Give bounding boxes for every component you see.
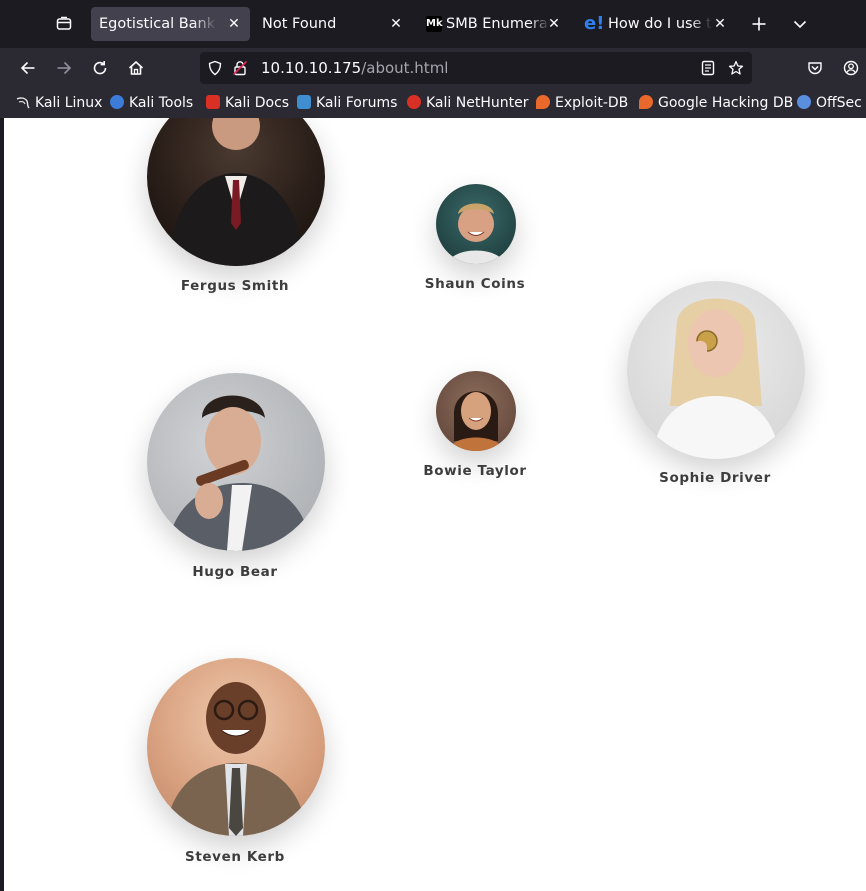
tab-title: SMB Enumeration xyxy=(446,16,550,32)
close-tab-icon[interactable]: ✕ xyxy=(224,7,244,41)
ghdb-icon xyxy=(639,95,653,109)
bookmark-label: Kali Docs xyxy=(225,95,290,111)
firefox-view-button[interactable] xyxy=(50,10,78,38)
close-tab-icon[interactable]: ✕ xyxy=(710,7,730,41)
reload-icon xyxy=(93,61,107,75)
kali-forums-icon xyxy=(297,95,311,109)
home-button[interactable] xyxy=(122,54,150,82)
kali-nethunter-icon xyxy=(407,95,421,109)
bookmark-label: Exploit-DB xyxy=(555,95,629,111)
avatar-fergus-smith xyxy=(147,118,325,266)
close-tab-icon[interactable]: ✕ xyxy=(544,7,564,41)
bookmark-kali-linux[interactable]: Kali Linux xyxy=(16,88,102,118)
bookmark-kali-nethunter[interactable]: Kali NetHunter xyxy=(407,88,528,118)
arrow-right-icon xyxy=(57,61,72,75)
address-bar[interactable]: 10.10.10.175/about.html xyxy=(200,52,752,84)
bookmarks-toolbar: Kali Linux Kali Tools Kali Docs Kali For… xyxy=(0,88,866,118)
reader-view-icon[interactable] xyxy=(700,60,716,76)
bookmark-label: Kali Linux xyxy=(35,95,103,111)
bookmark-label: OffSec xyxy=(816,95,862,111)
kali-tools-icon xyxy=(110,95,124,109)
reload-button[interactable] xyxy=(86,54,114,82)
avatar-sophie-driver xyxy=(627,281,805,459)
close-tab-icon[interactable]: ✕ xyxy=(386,7,406,41)
offsec-icon xyxy=(797,95,811,109)
home-icon xyxy=(128,60,144,75)
bookmark-label: Kali Tools xyxy=(129,95,194,111)
kali-dragon-icon xyxy=(16,90,30,109)
plus-icon xyxy=(752,17,766,31)
back-button[interactable] xyxy=(14,54,42,82)
bookmark-offsec[interactable]: OffSec xyxy=(797,88,862,118)
arrow-left-icon xyxy=(20,61,35,75)
tab-smb-enumeration[interactable]: Mk SMB Enumeration ✕ xyxy=(418,7,570,41)
member-name: Steven Kerb xyxy=(185,849,285,865)
tracking-protection-shield-icon[interactable] xyxy=(207,60,223,76)
avatar-shaun-coins xyxy=(436,184,516,264)
bookmark-label: Kali Forums xyxy=(316,95,398,111)
tab-how-do-i-use[interactable]: e! How do I use tools ✕ xyxy=(578,7,736,41)
tab-title: How do I use tools xyxy=(608,16,712,32)
insecure-lock-icon[interactable] xyxy=(232,60,248,76)
new-tab-button[interactable] xyxy=(745,10,773,38)
page-content: Fergus Smith Shaun Coins Sophie Driver H… xyxy=(4,118,866,891)
bookmark-label: Google Hacking DB xyxy=(658,95,794,111)
member-name: Shaun Coins xyxy=(424,276,526,292)
avatar-hugo-bear xyxy=(147,373,325,551)
account-button[interactable] xyxy=(837,54,865,82)
tab-strip: Egotistical Bank :: About ✕ Not Found ✕ … xyxy=(0,0,866,48)
chevron-down-icon xyxy=(793,20,807,29)
url-path: /about.html xyxy=(361,59,449,77)
exploit-db-icon xyxy=(536,95,550,109)
member-name: Hugo Bear xyxy=(192,564,278,580)
medium-icon: Mk xyxy=(426,16,443,32)
avatar-steven-kerb xyxy=(147,658,325,836)
bookmark-kali-forums[interactable]: Kali Forums xyxy=(297,88,397,118)
bookmark-kali-docs[interactable]: Kali Docs xyxy=(206,88,289,118)
forward-button[interactable] xyxy=(50,54,78,82)
pocket-icon xyxy=(808,62,822,75)
tab-egotistical-bank[interactable]: Egotistical Bank :: About ✕ xyxy=(91,7,250,41)
experts-exchange-icon: e! xyxy=(584,13,605,34)
tab-title: Not Found xyxy=(262,16,337,32)
bookmark-kali-tools[interactable]: Kali Tools xyxy=(110,88,193,118)
bookmark-google-hacking-db[interactable]: Google Hacking DB xyxy=(639,88,793,118)
url-text[interactable]: 10.10.10.175/about.html xyxy=(261,52,448,84)
bookmark-label: Kali NetHunter xyxy=(426,95,529,111)
member-name: Fergus Smith xyxy=(180,278,290,294)
url-host: 10.10.10.175 xyxy=(261,59,362,77)
pocket-button[interactable] xyxy=(801,54,829,82)
navigation-toolbar: 10.10.10.175/about.html xyxy=(0,48,866,88)
member-name: Sophie Driver xyxy=(659,470,771,486)
firefox-view-icon xyxy=(56,16,72,30)
bookmark-star-icon[interactable] xyxy=(728,60,744,76)
bookmark-exploit-db[interactable]: Exploit-DB xyxy=(536,88,628,118)
tab-title: Egotistical Bank :: About xyxy=(99,16,217,32)
avatar-bowie-taylor xyxy=(436,371,516,451)
tab-not-found[interactable]: Not Found ✕ xyxy=(254,7,412,41)
list-all-tabs-button[interactable] xyxy=(786,10,814,38)
account-icon xyxy=(843,60,859,76)
kali-docs-icon xyxy=(206,95,220,109)
member-name: Bowie Taylor xyxy=(423,463,527,479)
